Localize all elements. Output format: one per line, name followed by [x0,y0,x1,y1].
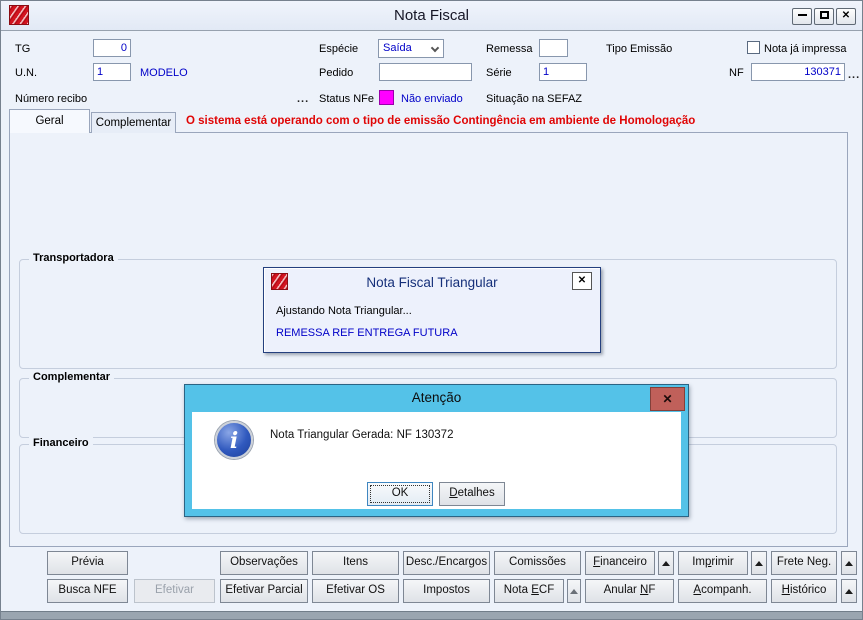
observacoes-button[interactable]: Observações [220,551,308,575]
minimize-icon [797,14,807,16]
arrow-up-icon [570,589,578,594]
minimize-button[interactable] [792,8,812,25]
impostos-button[interactable]: Impostos [403,579,490,603]
nota-fiscal-window: Nota Fiscal ✕ TG 0 U.N. 1 MODELO Espécie… [0,0,863,620]
nf-field[interactable]: 130371 [751,63,845,81]
desc-encargos-button[interactable]: Desc./Encargos [403,551,490,575]
window-title: Nota Fiscal [393,7,470,24]
nota-ecf-menu-button[interactable] [567,579,581,603]
nota-fiscal-triangular-dialog: Nota Fiscal Triangular ✕ Ajustando Nota … [263,267,601,353]
serie-label: Série [486,67,512,79]
close-button[interactable]: ✕ [836,8,856,25]
detalhes-button[interactable]: Detalhes [439,482,505,506]
efetivar-parcial-button[interactable]: Efetivar Parcial [220,579,308,603]
imprimir-button[interactable]: Imprimir [678,551,748,575]
pedido-field[interactable] [379,63,472,81]
status-nfe-value: Não enviado [401,93,463,105]
frete-neg-button[interactable]: Frete Neg. [771,551,837,575]
arrow-up-icon [845,589,853,594]
comissoes-button[interactable]: Comissões [494,551,581,575]
un-desc: MODELO [140,67,188,79]
close-icon: ✕ [662,392,673,406]
atencao-dialog-title: Atenção [411,390,462,405]
nf-more-button[interactable]: ... [848,69,860,81]
tipo-emissao-label: Tipo Emissão [606,43,673,55]
numero-recibo-label: Número recibo [15,93,88,105]
titlebar: Nota Fiscal ✕ [1,1,862,31]
status-more-button[interactable]: ... [297,93,309,105]
historico-menu-button[interactable] [841,579,857,603]
nota-ja-impressa-label: Nota já impressa [764,43,847,55]
anular-nf-button[interactable]: Anular NF [585,579,674,603]
financeiro-group-title: Financeiro [29,437,93,449]
tg-field[interactable]: 0 [93,39,131,57]
especie-value: Saída [383,42,412,54]
maximize-button[interactable] [814,8,834,25]
contingency-warning: O sistema está operando com o tipo de em… [186,115,696,127]
close-icon: ✕ [841,10,851,21]
remessa-field[interactable] [539,39,568,57]
window-bottom-edge [1,611,862,619]
previa-button[interactable]: Prévia [47,551,128,575]
transportadora-group-title: Transportadora [29,252,118,264]
especie-combobox[interactable]: Saída [378,39,444,58]
tab-complementar[interactable]: Complementar [91,112,176,133]
complementar-group-title: Complementar [29,371,115,383]
atencao-message: Nota Triangular Gerada: NF 130372 [270,429,454,441]
financeiro-menu-button[interactable] [658,551,674,575]
frete-neg-menu-button[interactable] [841,551,857,575]
triangular-message-1: Ajustando Nota Triangular... [276,305,412,317]
maximize-icon [819,11,829,19]
info-icon: i [215,421,253,459]
nota-ecf-button[interactable]: Nota ECF [494,579,564,603]
atencao-dialog: Atenção ✕ i Nota Triangular Gerada: NF 1… [184,384,689,517]
atencao-close-button[interactable]: ✕ [650,387,685,411]
chevron-down-icon [430,43,440,53]
status-nfe-label: Status NFe [319,93,375,105]
busca-nfe-button[interactable]: Busca NFE [47,579,128,603]
un-label: U.N. [15,67,37,79]
ok-button[interactable]: OK [367,482,433,506]
arrow-up-icon [845,561,853,566]
triangular-dialog-title: Nota Fiscal Triangular [366,275,498,290]
remessa-label: Remessa [486,43,533,55]
imprimir-menu-button[interactable] [751,551,767,575]
pedido-label: Pedido [319,67,354,79]
itens-button[interactable]: Itens [312,551,399,575]
nf-label: NF [729,67,744,79]
efetivar-button: Efetivar [134,579,215,603]
arrow-up-icon [755,561,763,566]
triangular-close-button[interactable]: ✕ [572,272,592,290]
efetivar-os-button[interactable]: Efetivar OS [312,579,399,603]
arrow-up-icon [662,561,670,566]
status-nfe-indicator [379,90,394,105]
nota-ja-impressa-checkbox[interactable] [747,41,760,54]
un-field[interactable]: 1 [93,63,131,81]
financeiro-button[interactable]: Financeiro [585,551,655,575]
especie-label: Espécie [319,43,359,55]
atencao-dialog-body: i Nota Triangular Gerada: NF 130372 OK D… [192,412,681,509]
triangular-message-2: REMESSA REF ENTREGA FUTURA [276,327,458,339]
tg-label: TG [15,43,31,55]
historico-button[interactable]: Histórico [771,579,837,603]
serie-field[interactable]: 1 [539,63,587,81]
acompanh-button[interactable]: Acompanh. [678,579,767,603]
close-icon: ✕ [577,275,587,286]
situacao-sefaz-label: Situação na SEFAZ [486,93,582,105]
tab-geral[interactable]: Geral [9,109,90,133]
